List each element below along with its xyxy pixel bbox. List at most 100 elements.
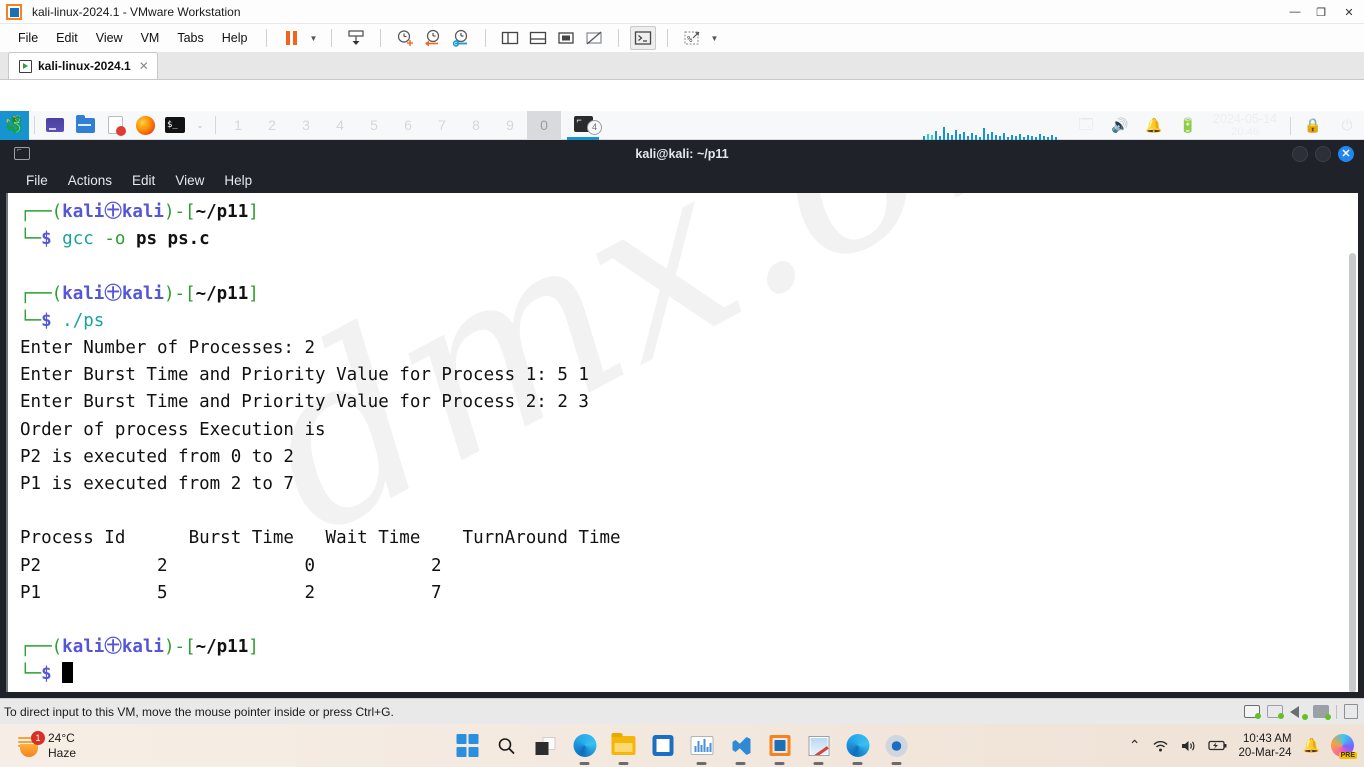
- terminal-menu-view[interactable]: View: [167, 171, 212, 190]
- workspace-7[interactable]: 7: [425, 111, 459, 140]
- stretch-icon: %: [684, 31, 700, 45]
- copilot-icon[interactable]: PRE: [1331, 734, 1357, 759]
- vmware-statusbar: To direct input to this VM, move the mou…: [0, 698, 1364, 724]
- start-button[interactable]: [455, 733, 481, 759]
- vmware-button[interactable]: [767, 733, 793, 765]
- notification-icon[interactable]: 🔔: [1137, 111, 1171, 140]
- terminal-maximize-button[interactable]: [1315, 145, 1331, 162]
- launcher-text-editor[interactable]: [100, 111, 130, 140]
- kali-menu-button[interactable]: 🐉: [0, 111, 29, 140]
- search-button[interactable]: [494, 733, 520, 759]
- fullscreen-button[interactable]: [553, 26, 579, 50]
- panel-separator: [34, 116, 35, 134]
- terminal-menu-actions[interactable]: Actions: [60, 171, 120, 190]
- workspace-0[interactable]: 0: [527, 111, 561, 140]
- settings-button[interactable]: [884, 733, 910, 765]
- terminal-close-button[interactable]: ✕: [1338, 145, 1354, 162]
- launcher-firefox[interactable]: [130, 111, 160, 140]
- launcher-file-manager[interactable]: [70, 111, 100, 140]
- usb-controller-icon[interactable]: [1313, 705, 1331, 720]
- panel-clock[interactable]: 2024-05-14 20:46: [1205, 112, 1285, 139]
- table-row-1-cell-2: 2: [304, 582, 316, 603]
- console-view-button[interactable]: [630, 26, 657, 50]
- logout-icon[interactable]: ⏻: [1330, 111, 1364, 140]
- menu-file[interactable]: File: [10, 28, 46, 48]
- paint-button[interactable]: [806, 733, 832, 765]
- show-sidebar-button[interactable]: [497, 26, 523, 50]
- stretch-dropdown[interactable]: ▼: [707, 26, 721, 50]
- terminal-scrollbar[interactable]: [1349, 253, 1356, 692]
- manage-snapshots-button[interactable]: [448, 26, 474, 50]
- display-icon[interactable]: 🗔: [1069, 111, 1103, 140]
- prompt-at: ㊉: [104, 202, 122, 222]
- bell-icon[interactable]: 🔔: [1303, 737, 1320, 754]
- revert-snapshot-button[interactable]: [420, 26, 446, 50]
- workspace-2[interactable]: 2: [255, 111, 289, 140]
- file-explorer-button[interactable]: [611, 733, 637, 765]
- battery-icon[interactable]: 🔋: [1171, 111, 1205, 140]
- prompt-path: ~/p11: [195, 202, 249, 222]
- volume-icon[interactable]: [1180, 739, 1197, 753]
- vmware-icon: [769, 735, 790, 756]
- snapshot-button[interactable]: [343, 26, 369, 50]
- menu-help[interactable]: Help: [214, 28, 256, 48]
- hard-disk-icon[interactable]: [1244, 705, 1261, 719]
- terminal-menu-file[interactable]: File: [18, 171, 56, 190]
- launcher-terminal-purple[interactable]: [40, 111, 70, 140]
- maximize-button[interactable]: ❐: [1308, 0, 1334, 24]
- terminal-black-icon: [165, 117, 185, 133]
- page-icon[interactable]: [1344, 704, 1358, 719]
- workspace-8[interactable]: 8: [459, 111, 493, 140]
- vmware-menubar: File Edit View VM Tabs Help ▼ % ▼: [0, 24, 1364, 52]
- windows-taskbar: 1 24°C Haze ⌃ 10:43 AM 20-Mar-24 🔔 PRE: [0, 724, 1364, 767]
- workspace-1[interactable]: 1: [221, 111, 255, 140]
- edge-button[interactable]: [572, 733, 598, 765]
- terminal-minimize-button[interactable]: [1292, 145, 1308, 162]
- show-thumbnail-bar-button[interactable]: [525, 26, 551, 50]
- pause-button[interactable]: [278, 26, 304, 50]
- workspace-6[interactable]: 6: [391, 111, 425, 140]
- prompt-host: kali: [121, 202, 164, 222]
- terminal-body[interactable]: dmx.one ┌──(kali㊉kali)-[~/p11] └─$ gcc -…: [6, 193, 1358, 692]
- charts-app-button[interactable]: [689, 733, 715, 765]
- taskbar-window-terminal[interactable]: 4: [567, 111, 602, 140]
- menu-tabs[interactable]: Tabs: [169, 28, 211, 48]
- taskbar-time: 10:43 AM: [1242, 732, 1292, 745]
- vm-tab[interactable]: kali-linux-2024.1 ✕: [8, 52, 158, 79]
- vscode-button[interactable]: [728, 733, 754, 765]
- close-icon[interactable]: ✕: [137, 59, 149, 73]
- menu-edit[interactable]: Edit: [48, 28, 86, 48]
- lock-icon[interactable]: 🔒: [1296, 111, 1330, 140]
- wifi-icon[interactable]: [1152, 739, 1169, 753]
- edge-second-button[interactable]: [845, 733, 871, 765]
- launcher-terminal[interactable]: [160, 111, 190, 140]
- minimize-button[interactable]: —: [1282, 0, 1308, 24]
- unity-mode-button[interactable]: [581, 26, 607, 50]
- chevron-down-icon[interactable]: ⌄: [190, 111, 210, 140]
- stretch-guest-button[interactable]: %: [679, 26, 705, 50]
- battery-charging-icon[interactable]: [1207, 739, 1228, 752]
- microsoft-store-button[interactable]: [650, 733, 676, 759]
- weather-widget[interactable]: 1 24°C Haze: [18, 730, 76, 761]
- close-button[interactable]: ✕: [1334, 0, 1364, 24]
- workspace-5[interactable]: 5: [357, 111, 391, 140]
- volume-icon[interactable]: 🔊: [1103, 111, 1137, 140]
- workspace-9[interactable]: 9: [493, 111, 527, 140]
- command-1-program: gcc: [62, 229, 94, 250]
- chevron-up-icon[interactable]: ⌃: [1129, 737, 1141, 754]
- taskbar-clock[interactable]: 10:43 AM 20-Mar-24: [1239, 732, 1292, 760]
- workspace-3[interactable]: 3: [289, 111, 323, 140]
- terminal-menu-help[interactable]: Help: [216, 171, 260, 190]
- sound-card-icon[interactable]: [1290, 705, 1308, 720]
- output-line-1: Enter Number of Processes: 2: [20, 338, 316, 359]
- task-view-button[interactable]: [533, 733, 559, 759]
- take-snapshot-button[interactable]: [392, 26, 418, 50]
- network-adapter-icon[interactable]: [1267, 705, 1284, 719]
- terminal-menu-edit[interactable]: Edit: [124, 171, 163, 190]
- prompt-user: kali: [62, 637, 105, 658]
- pause-dropdown[interactable]: ▼: [306, 26, 320, 50]
- menu-view[interactable]: View: [88, 28, 131, 48]
- workspace-4[interactable]: 4: [323, 111, 357, 140]
- menu-vm[interactable]: VM: [133, 28, 168, 48]
- table-row-0-cell-3: 2: [430, 555, 442, 576]
